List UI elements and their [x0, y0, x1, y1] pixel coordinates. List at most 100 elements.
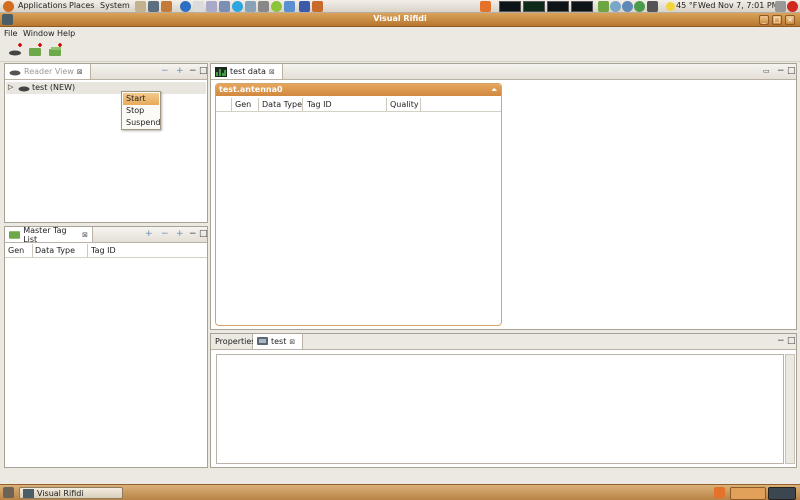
chart-icon	[215, 66, 227, 77]
workspace-switcher[interactable]	[730, 487, 766, 500]
view-maximize-icon[interactable]: □	[787, 67, 796, 76]
display-icon[interactable]	[647, 1, 658, 12]
system-menu[interactable]: System	[100, 1, 130, 10]
expand-icon[interactable]: +	[176, 67, 184, 76]
reader-icon	[9, 70, 21, 75]
taskbar-item-label: Visual Rifidi	[37, 489, 84, 498]
tag-icon	[9, 231, 21, 239]
help-menu[interactable]: Help	[57, 29, 75, 38]
table-header: Gen Data Type Tag ID Quality	[216, 97, 501, 112]
master-tag-list-view: Master Tag List ⊠ + − + − □ Gen Data Typ…	[4, 226, 208, 468]
launcher-icon[interactable]	[284, 1, 295, 12]
view-maximize-icon[interactable]: □	[787, 337, 796, 346]
launcher-icon[interactable]	[135, 1, 146, 12]
tree-item[interactable]: ▷ test (NEW)	[6, 82, 206, 94]
mail-icon[interactable]	[193, 1, 204, 12]
add-tag-icon[interactable]	[28, 43, 44, 58]
window-title: Visual Rifidi	[373, 14, 427, 23]
network-monitor	[547, 1, 569, 12]
tab-test[interactable]: test ⊠	[253, 334, 303, 349]
column-header[interactable]: Data Type	[262, 100, 302, 109]
menubar: File Window Help	[0, 28, 800, 40]
column-header[interactable]: Tag ID	[307, 100, 332, 109]
ubuntu-logo-icon[interactable]	[3, 1, 14, 12]
places-menu[interactable]: Places	[69, 1, 94, 10]
add-icon[interactable]: +	[145, 230, 153, 239]
update-icon[interactable]	[480, 1, 491, 12]
view-maximize-icon[interactable]: □	[199, 67, 208, 76]
tab-label: Master Tag List	[23, 225, 67, 244]
column-header[interactable]: Tag ID	[91, 246, 116, 255]
add-tags-icon[interactable]	[48, 43, 64, 58]
tab-label: test	[271, 337, 287, 346]
launcher-icon[interactable]	[219, 1, 230, 12]
menu-item-stop[interactable]: Stop	[123, 105, 159, 117]
workspace-switcher[interactable]	[768, 487, 796, 500]
antenna-panel-title[interactable]: test.antenna0 ⏶	[216, 84, 501, 96]
collapse-panel-icon[interactable]: ⏶	[491, 84, 497, 96]
master-tag-list-header: Master Tag List ⊠ + − + − □	[5, 225, 208, 244]
terminal-icon[interactable]	[148, 1, 159, 12]
column-header[interactable]: Gen	[235, 100, 251, 109]
column-header[interactable]: Gen	[8, 246, 24, 255]
tray-icon[interactable]	[714, 487, 725, 498]
add-reader-icon[interactable]	[8, 43, 24, 58]
tab-properties[interactable]: Properties	[211, 334, 255, 349]
collapse-icon[interactable]: −	[161, 230, 169, 239]
expand-icon[interactable]: +	[176, 230, 184, 239]
scrollbar[interactable]	[785, 354, 795, 464]
taskbar-item[interactable]: Visual Rifidi	[19, 487, 123, 499]
menu-item-start[interactable]: Start	[123, 93, 159, 105]
show-desktop-icon[interactable]	[3, 487, 14, 498]
view-minimize-icon[interactable]: −	[777, 337, 785, 346]
tab-label: Reader View	[24, 67, 74, 76]
antenna-panel: test.antenna0 ⏶ Gen Data Type Tag ID Qua…	[215, 83, 502, 326]
close-icon[interactable]: ×	[785, 15, 795, 25]
view-maximize-icon[interactable]: □	[199, 230, 208, 239]
top-panel: Applications Places System 45 °F Wed Nov…	[0, 0, 800, 13]
collapse-icon[interactable]: −	[161, 67, 169, 76]
tray-icon[interactable]	[610, 1, 621, 12]
properties-header: Properties test ⊠ − □	[211, 334, 796, 350]
view-minimize-icon[interactable]: −	[777, 67, 785, 76]
view-menu-icon[interactable]: ▭	[763, 67, 770, 75]
tray-icon[interactable]	[634, 1, 645, 12]
window-menu[interactable]: Window	[23, 29, 55, 38]
tray-icon[interactable]	[598, 1, 609, 12]
close-tab-icon[interactable]: ⊠	[269, 68, 275, 76]
bottom-panel: Visual Rifidi	[0, 484, 800, 500]
picasa-icon[interactable]	[271, 1, 282, 12]
file-menu[interactable]: File	[4, 29, 17, 38]
weather-label[interactable]: 45 °F	[676, 1, 697, 10]
tab-master-tag-list[interactable]: Master Tag List ⊠	[5, 225, 93, 244]
clock[interactable]: Wed Nov 7, 7:01 PM	[698, 1, 779, 10]
column-header[interactable]: Data Type	[35, 246, 75, 255]
launcher-icon[interactable]	[161, 1, 172, 12]
launcher-icon[interactable]	[312, 1, 323, 12]
window-titlebar[interactable]: Visual Rifidi _ □ ×	[0, 13, 800, 27]
monitor-icon	[257, 337, 268, 345]
launcher-icon[interactable]	[206, 1, 217, 12]
menu-item-suspend[interactable]: Suspend	[123, 117, 160, 129]
launcher-icon[interactable]	[258, 1, 269, 12]
close-tab-icon[interactable]: ⊠	[82, 231, 88, 239]
view-minimize-icon[interactable]: −	[189, 67, 197, 76]
power-icon[interactable]	[787, 1, 798, 12]
applications-menu[interactable]: Applications	[18, 1, 67, 10]
tab-test-data[interactable]: test data ⊠	[211, 64, 283, 79]
volume-icon[interactable]	[775, 1, 786, 12]
search-icon[interactable]	[245, 1, 256, 12]
weather-sun-icon	[666, 2, 675, 11]
network-icon[interactable]	[622, 1, 633, 12]
launcher-icon[interactable]	[299, 1, 310, 12]
maximize-icon[interactable]: □	[772, 15, 782, 25]
tab-reader-view[interactable]: Reader View ⊠	[5, 64, 91, 79]
close-tab-icon[interactable]: ⊠	[289, 338, 295, 346]
firefox-icon[interactable]	[180, 1, 191, 12]
minimize-icon[interactable]: _	[759, 15, 769, 25]
skype-icon[interactable]	[232, 1, 243, 12]
close-tab-icon[interactable]: ⊠	[77, 68, 83, 76]
tree-expand-icon[interactable]: ▷	[8, 83, 13, 91]
column-header[interactable]: Quality	[390, 100, 419, 109]
view-minimize-icon[interactable]: −	[189, 230, 197, 239]
